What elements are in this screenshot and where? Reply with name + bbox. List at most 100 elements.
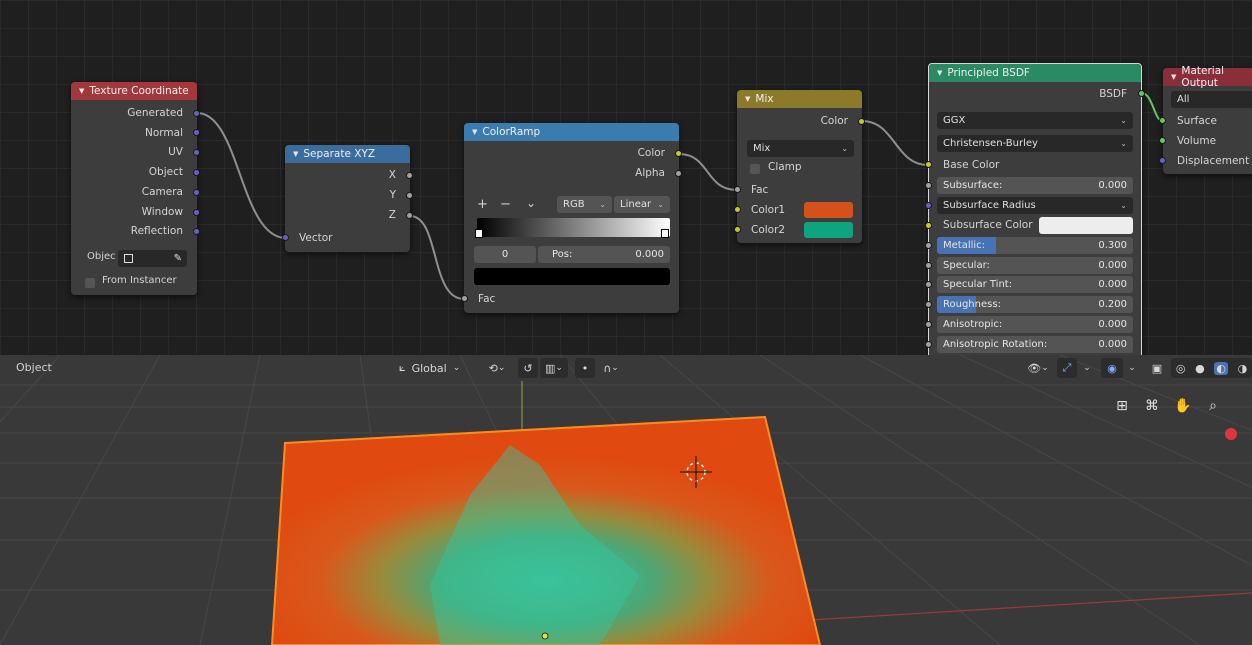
collapse-arrow-icon[interactable]: ▼ bbox=[1171, 73, 1176, 81]
object-picker-field[interactable]: ✎ bbox=[118, 250, 187, 267]
collapse-arrow-icon[interactable]: ▼ bbox=[79, 87, 84, 95]
socket-y[interactable] bbox=[406, 192, 413, 199]
zoom-icon[interactable]: ⌕ bbox=[1202, 395, 1224, 417]
remove-stop-button[interactable]: − bbox=[500, 197, 511, 212]
eyedropper-icon[interactable]: ✎ bbox=[174, 250, 182, 267]
ramp-stop-black[interactable] bbox=[475, 229, 483, 238]
visibility-dropdown[interactable]: 👁 ⌄ bbox=[1023, 358, 1053, 378]
socket-surface-in[interactable] bbox=[1159, 117, 1166, 124]
gizmo-dropdown[interactable]: ⌄ bbox=[1079, 358, 1095, 378]
blend-mode-dropdown[interactable]: Mix ⌄ bbox=[747, 140, 854, 157]
3d-viewport[interactable]: Object ⟀ Global ⌄ ⟲ ⌄ ↺ ▥ ⌄ • ∩ ⌄ 👁 ⌄ ⤢ ⌄ ◉ … bbox=[0, 355, 1252, 645]
interpolation-dropdown[interactable]: Linear ⌄ bbox=[614, 196, 670, 213]
anisotropic-rotation-slider[interactable]: Anisotropic Rotation: 0.000 bbox=[937, 336, 1133, 353]
toggle-camera-view-icon[interactable]: ⊞ bbox=[1111, 395, 1133, 417]
collapse-arrow-icon[interactable]: ▼ bbox=[937, 69, 942, 77]
anisotropic-slider[interactable]: Anisotropic: 0.000 bbox=[937, 316, 1133, 333]
socket-reflection[interactable] bbox=[193, 228, 200, 235]
subsurface-color-swatch[interactable] bbox=[1039, 217, 1133, 234]
socket-specular-tint-in[interactable] bbox=[925, 281, 932, 288]
mix-node[interactable]: ▼ Mix Color Mix ⌄ Clamp Fac Color1 Color2 bbox=[734, 90, 865, 243]
principled-bsdf-header[interactable]: ▼ Principled BSDF bbox=[929, 64, 1141, 82]
metallic-slider[interactable]: Metallic: 0.300 bbox=[937, 237, 1133, 254]
specular-slider[interactable]: Specular: 0.000 bbox=[937, 257, 1133, 274]
proportional-edit-toggle[interactable]: • bbox=[575, 358, 595, 378]
socket-specular-in[interactable] bbox=[925, 262, 932, 269]
overlays-toggle[interactable]: ◉ bbox=[1101, 358, 1123, 378]
subsurface-slider[interactable]: Subsurface: 0.000 bbox=[937, 177, 1133, 194]
viewport-scene[interactable] bbox=[0, 355, 1252, 645]
camera-icon[interactable]: ⌘ bbox=[1141, 395, 1163, 417]
xray-toggle[interactable]: ▣ bbox=[1147, 358, 1167, 378]
pan-hand-icon[interactable]: ✋ bbox=[1172, 395, 1194, 417]
ramp-menu-button[interactable]: ⌄ bbox=[526, 196, 536, 210]
socket-subsurface-radius-in[interactable] bbox=[925, 202, 932, 209]
color2-swatch[interactable] bbox=[804, 222, 853, 238]
transform-orientation-dropdown[interactable]: ⟀ Global ⌄ bbox=[395, 358, 475, 378]
distribution-dropdown[interactable]: GGX ⌄ bbox=[937, 112, 1133, 129]
snap-target-dropdown[interactable]: ▥ ⌄ bbox=[540, 358, 568, 378]
mix-header[interactable]: ▼ Mix bbox=[737, 90, 862, 108]
target-dropdown[interactable]: All bbox=[1171, 91, 1252, 108]
material-output-header[interactable]: ▼ Material Output bbox=[1163, 65, 1252, 89]
socket-color2-in[interactable] bbox=[734, 226, 741, 233]
shader-node-editor[interactable]: ▼ Texture Coordinate Generated Normal UV… bbox=[0, 0, 1252, 355]
socket-color-out[interactable] bbox=[675, 150, 682, 157]
colorramp-node[interactable]: ▼ ColorRamp Color Alpha + − ⌄ RGB ⌄ Linea… bbox=[461, 123, 682, 313]
rendered-shading-icon[interactable]: ◑ bbox=[1238, 362, 1248, 375]
color-ramp-gradient[interactable] bbox=[477, 218, 670, 237]
interaction-mode-label[interactable]: Object bbox=[16, 361, 52, 374]
subsurface-method-dropdown[interactable]: Christensen-Burley ⌄ bbox=[937, 135, 1133, 152]
roughness-slider[interactable]: Roughness: 0.200 bbox=[937, 296, 1133, 313]
socket-uv[interactable] bbox=[193, 149, 200, 156]
socket-base-color-in[interactable] bbox=[925, 161, 932, 168]
clamp-checkbox[interactable] bbox=[750, 164, 760, 174]
active-stop-index[interactable]: 0 bbox=[474, 246, 536, 263]
subsurface-radius-dropdown[interactable]: Subsurface Radius ⌄ bbox=[937, 197, 1133, 214]
socket-anisotropic-rotation-in[interactable] bbox=[925, 341, 932, 348]
add-stop-button[interactable]: + bbox=[477, 197, 488, 212]
texture-coordinate-header[interactable]: ▼ Texture Coordinate bbox=[71, 82, 197, 100]
stop-position-field[interactable]: Pos: 0.000 bbox=[538, 246, 670, 263]
stop-color-swatch[interactable] bbox=[474, 268, 670, 285]
socket-color1-in[interactable] bbox=[734, 206, 741, 213]
separate-xyz-node[interactable]: ▼ Separate XYZ X Y Z Vector bbox=[282, 145, 413, 252]
solid-shading-icon[interactable]: ● bbox=[1195, 362, 1205, 375]
record-indicator[interactable] bbox=[1225, 428, 1237, 440]
collapse-arrow-icon[interactable]: ▼ bbox=[745, 95, 750, 103]
socket-anisotropic-in[interactable] bbox=[925, 321, 932, 328]
socket-fac-in[interactable] bbox=[461, 295, 468, 302]
gizmo-toggle[interactable]: ⤢ bbox=[1057, 358, 1077, 378]
socket-displacement-in[interactable] bbox=[1159, 157, 1166, 164]
socket-object[interactable] bbox=[193, 169, 200, 176]
socket-generated[interactable] bbox=[193, 110, 200, 117]
collapse-arrow-icon[interactable]: ▼ bbox=[472, 128, 477, 136]
socket-x[interactable] bbox=[406, 172, 413, 179]
separate-xyz-header[interactable]: ▼ Separate XYZ bbox=[285, 145, 410, 163]
from-instancer-checkbox[interactable] bbox=[85, 278, 95, 288]
ramp-stop-white[interactable] bbox=[661, 229, 669, 238]
socket-vector-in[interactable] bbox=[282, 234, 289, 241]
material-output-node[interactable]: ▼ Material Output All Surface Volume Dis… bbox=[1159, 65, 1252, 174]
color-mode-dropdown[interactable]: RGB ⌄ bbox=[557, 196, 612, 213]
socket-window[interactable] bbox=[193, 209, 200, 216]
socket-roughness-in[interactable] bbox=[925, 301, 932, 308]
socket-bsdf-out[interactable] bbox=[1138, 90, 1145, 97]
socket-color-out[interactable] bbox=[858, 118, 865, 125]
wireframe-shading-icon[interactable]: ◎ bbox=[1176, 362, 1186, 375]
snap-toggle[interactable]: ↺ bbox=[518, 358, 538, 378]
texture-coordinate-node[interactable]: ▼ Texture Coordinate Generated Normal UV… bbox=[71, 82, 200, 295]
pivot-point-dropdown[interactable]: ⟲ ⌄ bbox=[481, 358, 513, 378]
socket-metallic-in[interactable] bbox=[925, 242, 932, 249]
socket-subsurface-in[interactable] bbox=[925, 182, 932, 189]
socket-alpha-out[interactable] bbox=[675, 170, 682, 177]
principled-bsdf-node[interactable]: ▼ Principled BSDF BSDF GGX ⌄ Christensen-… bbox=[925, 63, 1145, 355]
socket-volume-in[interactable] bbox=[1159, 137, 1166, 144]
socket-z[interactable] bbox=[406, 212, 413, 219]
object-origin-dot[interactable] bbox=[541, 632, 549, 640]
color1-swatch[interactable] bbox=[804, 202, 853, 218]
socket-normal[interactable] bbox=[193, 129, 200, 136]
overlays-dropdown[interactable]: ⌄ bbox=[1124, 358, 1140, 378]
socket-fac-in[interactable] bbox=[734, 186, 741, 193]
socket-subsurface-color-in[interactable] bbox=[925, 222, 932, 229]
